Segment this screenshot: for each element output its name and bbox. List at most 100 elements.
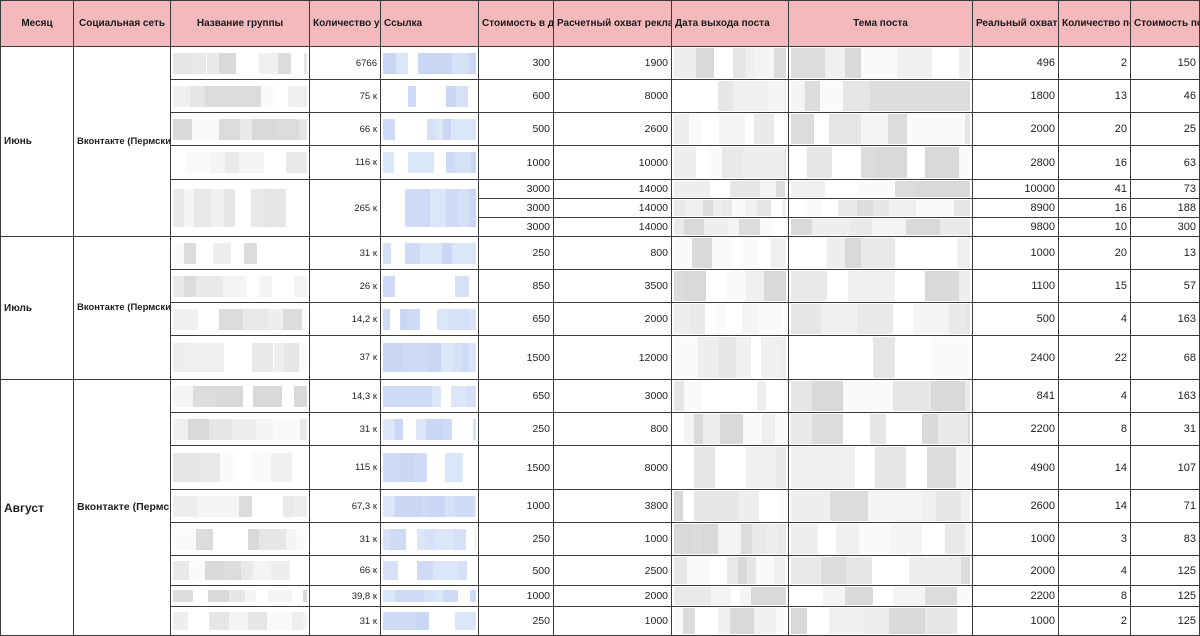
subs-cell[interactable]: 13 bbox=[1058, 79, 1131, 113]
est-reach-cell[interactable]: 12000 bbox=[553, 335, 672, 380]
real-reach-cell[interactable]: 1100 bbox=[972, 269, 1059, 303]
real-reach-cell[interactable]: 2600 bbox=[972, 489, 1059, 523]
group-name-cell[interactable] bbox=[170, 269, 310, 303]
group-name-cell[interactable] bbox=[170, 79, 310, 113]
header-group[interactable]: Название группы bbox=[170, 0, 310, 47]
link-cell[interactable] bbox=[380, 179, 479, 237]
est-reach-cell[interactable]: 3000 bbox=[553, 379, 672, 413]
group-name-cell[interactable] bbox=[170, 489, 310, 523]
est-reach-cell[interactable]: 1000 bbox=[553, 522, 672, 556]
est-reach-cell[interactable]: 14000 bbox=[553, 198, 672, 218]
cost-cell[interactable]: 250 bbox=[478, 236, 554, 270]
post-date-cell[interactable] bbox=[671, 445, 789, 490]
post-date-cell[interactable] bbox=[671, 198, 789, 218]
subs-cell[interactable]: 16 bbox=[1058, 198, 1131, 218]
link-cell[interactable] bbox=[380, 112, 479, 146]
link-cell[interactable] bbox=[380, 269, 479, 303]
sub-cost-cell[interactable]: 83 bbox=[1130, 522, 1200, 556]
cost-cell[interactable]: 1000 bbox=[478, 145, 554, 180]
real-reach-cell[interactable]: 4900 bbox=[972, 445, 1059, 490]
group-name-cell[interactable] bbox=[170, 145, 310, 180]
est-reach-cell[interactable]: 14000 bbox=[553, 179, 672, 199]
link-cell[interactable] bbox=[380, 379, 479, 413]
members-cell[interactable]: 31 к bbox=[309, 412, 381, 446]
cost-cell[interactable]: 850 bbox=[478, 269, 554, 303]
sub-cost-cell[interactable]: 125 bbox=[1130, 606, 1200, 636]
subs-cell[interactable]: 14 bbox=[1058, 489, 1131, 523]
post-date-cell[interactable] bbox=[671, 217, 789, 237]
cost-cell[interactable]: 250 bbox=[478, 522, 554, 556]
real-reach-cell[interactable]: 1800 bbox=[972, 79, 1059, 113]
topic-cell[interactable] bbox=[788, 198, 973, 218]
header-network[interactable]: Социальная сеть bbox=[73, 0, 171, 47]
sub-cost-cell[interactable]: 163 bbox=[1130, 302, 1200, 336]
group-name-cell[interactable] bbox=[170, 445, 310, 490]
network-cell[interactable]: Вконтакте (Пермский край) bbox=[73, 236, 171, 380]
subs-cell[interactable]: 20 bbox=[1058, 112, 1131, 146]
cost-cell[interactable]: 1500 bbox=[478, 335, 554, 380]
post-date-cell[interactable] bbox=[671, 412, 789, 446]
group-name-cell[interactable] bbox=[170, 236, 310, 270]
sub-cost-cell[interactable]: 25 bbox=[1130, 112, 1200, 146]
topic-cell[interactable] bbox=[788, 79, 973, 113]
est-reach-cell[interactable]: 8000 bbox=[553, 445, 672, 490]
month-cell[interactable]: Июль bbox=[0, 236, 74, 380]
cost-cell[interactable]: 650 bbox=[478, 302, 554, 336]
subs-cell[interactable]: 4 bbox=[1058, 555, 1131, 586]
members-cell[interactable]: 26 к bbox=[309, 269, 381, 303]
est-reach-cell[interactable]: 1900 bbox=[553, 46, 672, 80]
est-reach-cell[interactable]: 8000 bbox=[553, 79, 672, 113]
topic-cell[interactable] bbox=[788, 379, 973, 413]
header-topic[interactable]: Тема поста bbox=[788, 0, 973, 47]
real-reach-cell[interactable]: 9800 bbox=[972, 217, 1059, 237]
cost-cell[interactable]: 500 bbox=[478, 112, 554, 146]
post-date-cell[interactable] bbox=[671, 555, 789, 586]
sub-cost-cell[interactable]: 57 bbox=[1130, 269, 1200, 303]
cost-cell[interactable]: 600 bbox=[478, 79, 554, 113]
sub-cost-cell[interactable]: 46 bbox=[1130, 79, 1200, 113]
post-date-cell[interactable] bbox=[671, 335, 789, 380]
cost-cell[interactable]: 250 bbox=[478, 606, 554, 636]
topic-cell[interactable] bbox=[788, 236, 973, 270]
group-name-cell[interactable] bbox=[170, 302, 310, 336]
post-date-cell[interactable] bbox=[671, 112, 789, 146]
sub-cost-cell[interactable]: 300 bbox=[1130, 217, 1200, 237]
real-reach-cell[interactable]: 496 bbox=[972, 46, 1059, 80]
link-cell[interactable] bbox=[380, 335, 479, 380]
real-reach-cell[interactable]: 1000 bbox=[972, 236, 1059, 270]
cost-cell[interactable]: 250 bbox=[478, 412, 554, 446]
est-reach-cell[interactable]: 3800 bbox=[553, 489, 672, 523]
subs-cell[interactable]: 14 bbox=[1058, 445, 1131, 490]
group-name-cell[interactable] bbox=[170, 522, 310, 556]
members-cell[interactable]: 31 к bbox=[309, 606, 381, 636]
link-cell[interactable] bbox=[380, 236, 479, 270]
real-reach-cell[interactable]: 500 bbox=[972, 302, 1059, 336]
link-cell[interactable] bbox=[380, 585, 479, 607]
post-date-cell[interactable] bbox=[671, 379, 789, 413]
real-reach-cell[interactable]: 841 bbox=[972, 379, 1059, 413]
header-sub-cost[interactable]: Стоимость подписки (р) bbox=[1130, 0, 1200, 47]
real-reach-cell[interactable]: 2000 bbox=[972, 112, 1059, 146]
topic-cell[interactable] bbox=[788, 217, 973, 237]
real-reach-cell[interactable]: 1000 bbox=[972, 522, 1059, 556]
cost-cell[interactable]: 1500 bbox=[478, 445, 554, 490]
cost-cell[interactable]: 3000 bbox=[478, 217, 554, 237]
link-cell[interactable] bbox=[380, 302, 479, 336]
header-est-reach[interactable]: Расчетный охват рекламы в день (человек) bbox=[553, 0, 672, 47]
subs-cell[interactable]: 15 bbox=[1058, 269, 1131, 303]
members-cell[interactable]: 265 к bbox=[309, 179, 381, 237]
members-cell[interactable]: 31 к bbox=[309, 236, 381, 270]
post-date-cell[interactable] bbox=[671, 585, 789, 607]
header-link[interactable]: Ссылка bbox=[380, 0, 479, 47]
post-date-cell[interactable] bbox=[671, 606, 789, 636]
est-reach-cell[interactable]: 800 bbox=[553, 412, 672, 446]
sub-cost-cell[interactable]: 13 bbox=[1130, 236, 1200, 270]
group-name-cell[interactable] bbox=[170, 379, 310, 413]
members-cell[interactable]: 14,3 к bbox=[309, 379, 381, 413]
sub-cost-cell[interactable]: 125 bbox=[1130, 585, 1200, 607]
real-reach-cell[interactable]: 2800 bbox=[972, 145, 1059, 180]
link-cell[interactable] bbox=[380, 606, 479, 636]
subs-cell[interactable]: 22 bbox=[1058, 335, 1131, 380]
members-cell[interactable]: 31 к bbox=[309, 522, 381, 556]
month-cell[interactable]: Июнь bbox=[0, 46, 74, 237]
